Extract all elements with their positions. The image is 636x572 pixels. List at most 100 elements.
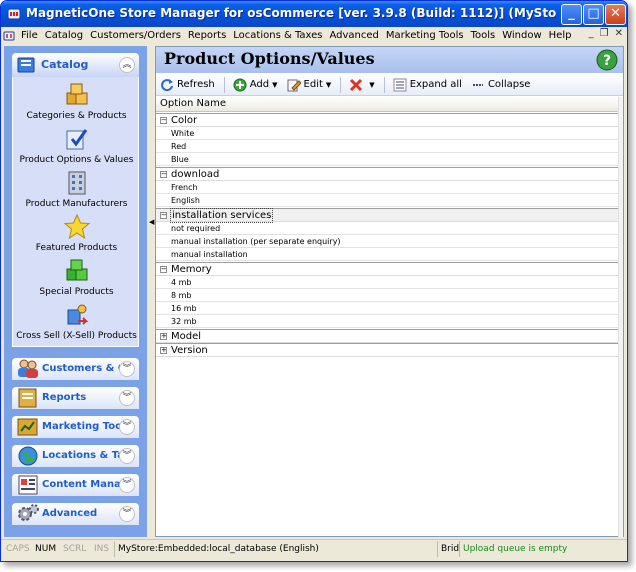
expand-all-label: Expand all xyxy=(409,79,462,90)
refresh-icon xyxy=(161,78,173,91)
tree-value-row[interactable]: manual installation xyxy=(156,248,618,261)
menu-catalog[interactable]: Catalog xyxy=(42,30,87,41)
tree-group-color[interactable]: − Color xyxy=(156,113,618,127)
section-label: Advanced xyxy=(42,508,98,519)
expand-chevron-icon[interactable]: ︾ xyxy=(119,477,135,493)
tree-value-row[interactable]: 32 mb xyxy=(156,315,618,328)
sidebar-item-product-options-values[interactable]: Product Options & Values xyxy=(13,125,140,165)
collapse-toggle-icon[interactable]: − xyxy=(160,212,167,219)
menu-marketing-tools[interactable]: Marketing Tools xyxy=(383,30,468,41)
delete-x-icon xyxy=(350,78,363,91)
sidebar-section-advanced[interactable]: Advanced ︾ xyxy=(12,503,139,525)
sidebar-item-label: Special Products xyxy=(39,287,114,297)
sidebar-item-label: Featured Products xyxy=(35,243,118,253)
splitter-arrow-icon[interactable]: ◀ xyxy=(149,218,154,226)
svg-text:?: ? xyxy=(603,53,611,69)
tree-value-row[interactable]: English xyxy=(156,194,618,207)
help-icon[interactable]: ? xyxy=(595,48,619,72)
tree-group-memory[interactable]: − Memory xyxy=(156,262,618,276)
sidebar-item-product-manufacturers[interactable]: Product Manufacturers xyxy=(13,169,140,209)
dropdown-arrow-icon[interactable]: ▼ xyxy=(272,81,277,89)
sidebar-section-content-manager[interactable]: Content Manager ︾ xyxy=(12,474,139,496)
collapse-toggle-icon[interactable]: − xyxy=(160,117,167,124)
menu-advanced[interactable]: Advanced xyxy=(327,30,383,41)
dropdown-arrow-icon[interactable]: ▼ xyxy=(326,81,331,89)
menu-app-icon[interactable] xyxy=(3,30,15,42)
expand-chevron-icon[interactable]: ︾ xyxy=(119,506,135,522)
tree-value-row[interactable]: Red xyxy=(156,140,618,153)
value-name: 16 mb xyxy=(171,304,197,313)
collapse-chevron-icon[interactable]: ︽ xyxy=(119,57,135,73)
tree-group-version[interactable]: + Version xyxy=(156,343,618,357)
globe-icon xyxy=(18,446,38,466)
menu-locations-taxes[interactable]: Locations & Taxes xyxy=(230,30,326,41)
maximize-button[interactable]: □ xyxy=(583,4,604,25)
status-upload-queue: Upload queue is empty xyxy=(463,544,568,554)
expand-chevron-icon[interactable]: ︾ xyxy=(119,361,135,377)
sidebar-item-label: Product Manufacturers xyxy=(25,199,128,209)
menu-help[interactable]: Help xyxy=(546,30,576,41)
edit-button[interactable]: Edit ▼ xyxy=(287,78,331,92)
tree-value-row[interactable]: 16 mb xyxy=(156,302,618,315)
sidebar-splitter[interactable]: ◀ xyxy=(147,46,155,537)
delete-button[interactable]: ▼ xyxy=(349,78,375,92)
add-icon xyxy=(233,78,247,91)
edit-icon xyxy=(287,79,301,91)
expand-toggle-icon[interactable]: + xyxy=(160,347,167,354)
add-label: Add xyxy=(249,79,270,90)
refresh-button[interactable]: Refresh xyxy=(160,78,215,92)
menu-reports[interactable]: Reports xyxy=(185,30,230,41)
menu-tools[interactable]: Tools xyxy=(468,30,500,41)
expand-toggle-icon[interactable]: + xyxy=(160,333,167,340)
menu-file[interactable]: File xyxy=(18,30,42,41)
mdi-close-button[interactable]: ✕ xyxy=(615,28,623,39)
vertical-scrollbar[interactable] xyxy=(618,97,623,537)
cross-sell-icon xyxy=(67,304,88,325)
tree-value-row[interactable]: Blue xyxy=(156,153,618,166)
toolbar-separator xyxy=(340,76,342,93)
sidebar-item-cross-sell-products[interactable]: Cross Sell (X-Sell) Products xyxy=(13,301,140,341)
catalog-book-icon xyxy=(17,57,35,73)
add-button[interactable]: Add ▼ xyxy=(233,78,278,92)
tree-group-installation-services[interactable]: − installation services xyxy=(156,208,618,223)
menu-bar: File Catalog Customers/Orders Reports Lo… xyxy=(1,27,627,44)
sidebar-section-customers-orders[interactable]: Customers & Or... ︾ xyxy=(12,358,139,380)
sidebar-header-catalog[interactable]: Catalog ︽ xyxy=(12,53,139,77)
sidebar-section-locations-taxes[interactable]: Locations & Ta... ︾ xyxy=(12,445,139,467)
mdi-restore-button[interactable]: ❐ xyxy=(600,28,609,39)
collapse-toggle-icon[interactable]: − xyxy=(160,171,167,178)
tree-value-row[interactable]: not required xyxy=(156,222,618,235)
expand-chevron-icon[interactable]: ︾ xyxy=(119,448,135,464)
sidebar-item-featured-products[interactable]: Featured Products xyxy=(13,213,140,253)
tree-group-model[interactable]: + Model xyxy=(156,329,618,343)
expand-chevron-icon[interactable]: ︾ xyxy=(119,390,135,406)
column-header-option-name[interactable]: Option Name xyxy=(156,97,618,112)
title-bar[interactable]: MagneticOne Store Manager for osCommerce… xyxy=(1,1,627,27)
tree-value-row[interactable]: White xyxy=(156,127,618,140)
sidebar-section-marketing-tools[interactable]: Marketing Tools ︾ xyxy=(12,416,139,438)
group-name: Version xyxy=(171,345,208,356)
tree-value-row[interactable]: 8 mb xyxy=(156,289,618,302)
expand-chevron-icon[interactable]: ︾ xyxy=(119,419,135,435)
sidebar-item-label: Product Options & Values xyxy=(19,155,134,165)
sidebar-item-special-products[interactable]: Special Products xyxy=(13,257,140,297)
mdi-minimize-button[interactable]: _ xyxy=(589,28,594,39)
expand-all-button[interactable]: Expand all xyxy=(393,78,462,92)
tree-group-download[interactable]: − download xyxy=(156,167,618,181)
tree-value-row[interactable]: manual installation (per separate enquir… xyxy=(156,235,618,248)
collapse-toggle-icon[interactable]: − xyxy=(160,266,167,273)
value-name: 8 mb xyxy=(171,291,192,300)
menu-window[interactable]: Window xyxy=(499,30,545,41)
menu-customers-orders[interactable]: Customers/Orders xyxy=(87,30,185,41)
tree-value-row[interactable]: French xyxy=(156,181,618,194)
close-button[interactable]: ✕ xyxy=(605,4,626,25)
sidebar-section-reports[interactable]: Reports ︾ xyxy=(12,387,139,409)
sidebar: Catalog ︽ Categories & Products Product … xyxy=(4,46,147,537)
options-check-icon xyxy=(66,129,87,150)
minimize-button[interactable]: _ xyxy=(561,4,582,25)
toolbar-separator xyxy=(223,76,225,93)
collapse-button[interactable]: Collapse xyxy=(471,78,530,92)
dropdown-arrow-icon[interactable]: ▼ xyxy=(369,81,374,89)
tree-value-row[interactable]: 4 mb xyxy=(156,276,618,289)
sidebar-item-categories-products[interactable]: Categories & Products xyxy=(13,81,140,121)
